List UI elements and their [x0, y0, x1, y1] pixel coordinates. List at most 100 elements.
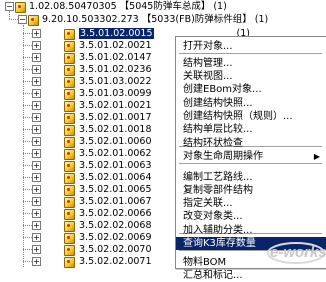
part-icon: [64, 161, 75, 172]
expand-icon[interactable]: +: [32, 221, 41, 230]
expand-icon[interactable]: +: [32, 209, 41, 218]
menu-item[interactable]: 编制工艺路线...: [176, 171, 326, 184]
tree-line: [23, 117, 32, 118]
tree-item-label[interactable]: 3.5.01.02.0236: [79, 64, 152, 76]
menu-item-label: 汇总和标记...: [183, 270, 243, 281]
part-icon: [64, 149, 75, 160]
tree-item-label[interactable]: 3.5.02.01.0060: [79, 136, 152, 148]
e-works-logo: e-works: [267, 242, 326, 264]
menu-item[interactable]: 汇总和标记...: [176, 269, 326, 282]
part-icon: [64, 77, 75, 88]
tree-line: [23, 33, 32, 34]
menu-item[interactable]: 创建结构快照...: [176, 97, 326, 110]
part-icon: [64, 101, 75, 112]
expand-icon[interactable]: +: [32, 161, 41, 170]
tree-item-label[interactable]: 3.5.02.01.0063: [79, 160, 152, 172]
menu-separator: [179, 163, 322, 164]
tree-line: [23, 69, 32, 70]
tree-item-label[interactable]: 3.5.02.01.0065: [79, 184, 152, 196]
tree-line: [9, 19, 18, 20]
menu-item[interactable]: 指定关联...: [176, 197, 326, 210]
menu-item[interactable]: 复制零部件结构: [176, 184, 326, 197]
tree-root-label[interactable]: 1.02.08.50470305 【5045防弹车总成】 (1): [29, 1, 227, 13]
menu-item-label: 结构管理...: [183, 58, 233, 69]
tree-item-label[interactable]: 3.5.01.02.0147: [79, 52, 152, 64]
tree-line: [23, 129, 32, 130]
part-icon: [64, 185, 75, 196]
menu-item[interactable]: 改变对象类...: [176, 210, 326, 223]
tree-item-label[interactable]: 3.5.02.02.0071: [79, 256, 152, 268]
expand-icon[interactable]: +: [32, 29, 41, 38]
expand-icon[interactable]: +: [32, 149, 41, 158]
tree-item-label[interactable]: 3.5.02.01.0062: [79, 148, 152, 160]
tree-item-label[interactable]: 3.5.02.01.0017: [79, 112, 152, 124]
expand-icon[interactable]: +: [32, 41, 41, 50]
selected-item[interactable]: 3.5.01.02.0015: [79, 28, 154, 39]
tree-line: [23, 81, 32, 82]
part-icon: [64, 89, 75, 100]
menu-item-label: 复制零部件结构: [183, 185, 253, 196]
tree-line: [23, 213, 32, 214]
menu-item[interactable]: 打开对象...: [176, 40, 326, 53]
expand-icon[interactable]: +: [32, 245, 41, 254]
assembly-icon: [28, 15, 39, 26]
part-icon: [64, 197, 75, 208]
menu-item-label: 创建EBom对象...: [183, 84, 262, 95]
tree-item-label[interactable]: 3.5.02.01.0064: [79, 172, 152, 184]
tree-line: [23, 237, 32, 238]
tree-line: [23, 261, 32, 262]
tree-line: [23, 153, 32, 154]
menu-item-label: 物料BOM: [183, 257, 227, 268]
tree-line: [23, 141, 32, 142]
tree-item-label[interactable]: 3.5.02.01.0067: [79, 196, 152, 208]
collapse-icon[interactable]: −: [18, 15, 27, 24]
menu-item-label: 关联视图...: [183, 71, 233, 82]
expand-icon[interactable]: +: [32, 101, 41, 110]
part-icon: [64, 125, 75, 136]
expand-icon[interactable]: +: [32, 197, 41, 206]
expand-icon[interactable]: +: [32, 185, 41, 194]
tree-item-label[interactable]: 3.5.02.01.0018: [79, 124, 152, 136]
tree-line: [23, 189, 32, 190]
expand-icon[interactable]: +: [32, 137, 41, 146]
tree-item-label[interactable]: 3.5.02.02.0069: [79, 232, 152, 244]
part-icon: [64, 29, 75, 40]
expand-icon[interactable]: +: [32, 233, 41, 242]
tree-line: [23, 57, 32, 58]
expand-icon[interactable]: +: [32, 125, 41, 134]
tree-line: [23, 165, 32, 166]
tree-child-label[interactable]: 9.20.10.503302.273 【5033(FB)防弹标件组】 (1): [42, 14, 268, 26]
tree-item-label[interactable]: 3.5.01.02.0021: [79, 40, 152, 52]
menu-item[interactable]: 创建EBom对象...: [176, 83, 326, 96]
menu-item[interactable]: 结构管理...: [176, 57, 326, 70]
expand-icon[interactable]: +: [32, 53, 41, 62]
tree-item-label[interactable]: 3.5.01.03.0022: [79, 76, 152, 88]
expand-icon[interactable]: +: [32, 65, 41, 74]
part-icon: [64, 113, 75, 124]
tree-item-label[interactable]: 3.5.01.03.0099: [79, 88, 152, 100]
tree-line: [23, 105, 32, 106]
tree-item-label[interactable]: 3.5.02.02.0068: [79, 220, 152, 232]
expand-icon[interactable]: +: [32, 77, 41, 86]
part-icon: [64, 137, 75, 148]
part-icon: [64, 245, 75, 256]
menu-item[interactable]: 结构单层比较...: [176, 123, 326, 136]
menu-item[interactable]: 对象生命周期操作 ▶: [176, 150, 326, 163]
tree-item-label[interactable]: 3.5.02.02.0070: [79, 244, 152, 256]
tree-line: [23, 25, 24, 267]
expand-icon[interactable]: +: [32, 173, 41, 182]
tree-item-label[interactable]: 3.5.02.01.0021: [79, 100, 152, 112]
part-icon: [64, 173, 75, 184]
menu-item[interactable]: 结构环状检查: [176, 137, 326, 150]
menu-item[interactable]: 关联视图...: [176, 70, 326, 83]
tree-line: [9, 11, 10, 19]
menu-item-label: 查询K3库存数量: [183, 238, 256, 249]
collapse-icon[interactable]: −: [5, 2, 14, 11]
menu-item[interactable]: 创建结构快照（规则）...: [176, 110, 326, 123]
expand-icon[interactable]: +: [32, 257, 41, 266]
svg-text:e-works: e-works: [270, 244, 326, 261]
part-icon: [64, 233, 75, 244]
tree-item-label[interactable]: 3.5.02.02.0066: [79, 208, 152, 220]
expand-icon[interactable]: +: [32, 113, 41, 122]
expand-icon[interactable]: +: [32, 89, 41, 98]
